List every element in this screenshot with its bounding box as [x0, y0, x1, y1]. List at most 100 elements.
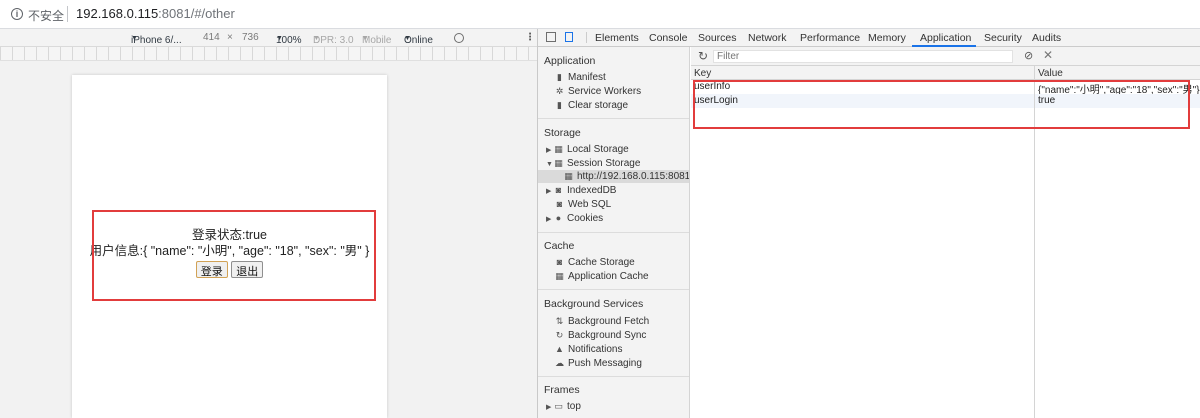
table-header [691, 66, 1200, 80]
sidebar-item-label: Push Messaging [568, 358, 642, 369]
url-field[interactable]: 192.168.0.115:8081/#/other [76, 6, 235, 21]
grid-icon: ▦ [554, 144, 563, 154]
sidebar-item-local-storage[interactable]: ▶ ▦ Local Storage [546, 143, 629, 156]
url-rest: :8081/#/other [158, 6, 235, 21]
info-icon[interactable]: i [11, 8, 23, 20]
column-divider[interactable] [1034, 66, 1035, 418]
sidebar-item-label: Manifest [568, 72, 606, 83]
sidebar-item-session-origin[interactable]: ▦ http://192.168.0.115:8081 [564, 170, 689, 183]
sidebar-item-label: Clear storage [568, 100, 629, 111]
button-group: 登录 退出 [72, 261, 387, 278]
chevron-right-icon[interactable]: ▶ [546, 213, 554, 226]
chevron-right-icon[interactable]: ▶ [546, 185, 554, 198]
chevron-down-icon: ▼ [404, 35, 411, 42]
sidebar-item-cache-storage[interactable]: ◙ Cache Storage [555, 256, 635, 269]
sidebar-item-label: Cache Storage [568, 257, 635, 268]
rotate-icon[interactable] [454, 33, 464, 43]
more-options-icon[interactable]: ⋮ [525, 32, 535, 43]
grid-icon: ▦ [554, 158, 563, 168]
trash-icon: ▮ [557, 100, 562, 110]
chevron-right-icon[interactable]: ▶ [546, 144, 554, 157]
divider [67, 6, 68, 22]
file-icon: ▮ [557, 72, 562, 82]
cloud-icon: ☁ [555, 358, 564, 368]
section-cache: Cache [544, 240, 575, 252]
gear-icon: ✲ [555, 86, 564, 96]
cookie-icon: ● [555, 213, 562, 223]
device-label: iPhone 6/... [131, 35, 182, 46]
section-storage: Storage [544, 127, 581, 139]
storage-toolbar: ↻ ⊘ ✕ [691, 47, 1200, 66]
sidebar-item-background-sync[interactable]: ↻ Background Sync [555, 329, 647, 342]
table-row[interactable]: userLogin true [691, 94, 1200, 108]
sidebar-item-label: IndexedDB [567, 185, 617, 196]
user-info-text: 用户信息:{ "name": "小明", "age": "18", "sex":… [89, 244, 370, 258]
sidebar-item-top-frame[interactable]: ▶ ▭ top [546, 400, 581, 413]
sidebar-item-clear-storage[interactable]: ▮ Clear storage [555, 99, 628, 112]
times-label: × [227, 32, 233, 43]
tab-network[interactable]: Network [748, 32, 787, 44]
sidebar-item-session-storage[interactable]: ▼▦ Session Storage [546, 157, 640, 170]
tab-audits[interactable]: Audits [1032, 32, 1061, 44]
tab-elements[interactable]: Elements [595, 32, 639, 44]
sidebar-item-indexeddb[interactable]: ▶ ◙ IndexedDB [546, 184, 616, 197]
divider [538, 118, 689, 119]
chevron-down-icon: ▼ [131, 35, 138, 42]
database-icon: ◙ [556, 257, 563, 267]
tab-sources[interactable]: Sources [698, 32, 737, 44]
chevron-right-icon[interactable]: ▶ [546, 401, 554, 414]
row-key: userLogin [694, 95, 738, 106]
application-sidebar: Application ▮ Manifest ✲ Service Workers ▮… [538, 47, 690, 418]
tab-memory[interactable]: Memory [868, 32, 906, 44]
column-header-value[interactable]: Value [1038, 68, 1063, 79]
app-content: 登录状态:true 用户信息:{ "name": "小明", "age": "1… [72, 227, 387, 278]
storage-table: Key Value userInfo {"name":"小明","age":"1… [691, 66, 1200, 418]
sidebar-item-web-sql[interactable]: ◙ Web SQL [555, 198, 611, 211]
filter-input[interactable] [713, 50, 1013, 63]
sidebar-item-manifest[interactable]: ▮ Manifest [555, 71, 606, 84]
security-label[interactable]: 不安全 [28, 7, 64, 24]
grid-icon: ▦ [555, 271, 564, 281]
sidebar-item-push-messaging[interactable]: ☁ Push Messaging [555, 357, 642, 370]
ruler [0, 47, 537, 61]
device-toolbar: iPhone 6/... ▼ 414 × 736 100% ▼ DPR: 3.0… [0, 29, 537, 47]
sidebar-item-label: Web SQL [568, 199, 612, 210]
device-toggle-icon[interactable] [565, 32, 573, 42]
device-viewport: 登录状态:true 用户信息:{ "name": "小明", "age": "1… [72, 75, 387, 418]
sidebar-item-label: Local Storage [567, 144, 629, 155]
tab-security[interactable]: Security [984, 32, 1022, 44]
sidebar-item-service-workers[interactable]: ✲ Service Workers [555, 85, 641, 98]
sync-icon: ↻ [555, 330, 564, 340]
divider [538, 289, 689, 290]
delete-selected-icon[interactable]: ✕ [1043, 48, 1053, 62]
devtools-tab-bar: Elements Console Sources Network Perform… [538, 29, 1200, 47]
login-button[interactable]: 登录 [195, 261, 228, 278]
row-key: userInfo [694, 81, 731, 92]
sidebar-item-cookies[interactable]: ▶ ● Cookies [546, 212, 603, 225]
arrows-icon: ⇅ [555, 316, 564, 326]
chevron-down-icon: ▼ [362, 35, 369, 42]
sidebar-item-notifications[interactable]: ▲ Notifications [555, 343, 622, 356]
section-background-services: Background Services [544, 298, 644, 310]
bell-icon: ▲ [555, 344, 564, 354]
width-input[interactable]: 414 [203, 32, 220, 43]
address-bar: i 不安全 192.168.0.115:8081/#/other [0, 0, 1200, 29]
grid-icon: ▦ [564, 171, 573, 181]
database-icon: ◙ [555, 185, 562, 195]
clear-all-icon[interactable]: ⊘ [1024, 49, 1033, 62]
sidebar-item-label: Background Fetch [568, 316, 650, 327]
inspect-element-icon[interactable] [546, 32, 556, 42]
height-input[interactable]: 736 [242, 32, 259, 43]
tab-performance[interactable]: Performance [800, 32, 860, 44]
tab-application[interactable]: Application [920, 32, 971, 44]
url-host: 192.168.0.115 [76, 6, 159, 21]
chevron-down-icon: ▼ [276, 35, 283, 42]
column-header-key[interactable]: Key [694, 68, 711, 79]
table-row[interactable]: userInfo {"name":"小明","age":"18","sex":"… [691, 80, 1200, 96]
refresh-icon[interactable]: ↻ [698, 49, 708, 63]
sidebar-item-application-cache[interactable]: ▦ Application Cache [555, 270, 648, 283]
sidebar-item-background-fetch[interactable]: ⇅ Background Fetch [555, 315, 649, 328]
logout-button[interactable]: 退出 [231, 261, 264, 278]
frame-icon: ▭ [554, 401, 563, 411]
tab-console[interactable]: Console [649, 32, 688, 44]
